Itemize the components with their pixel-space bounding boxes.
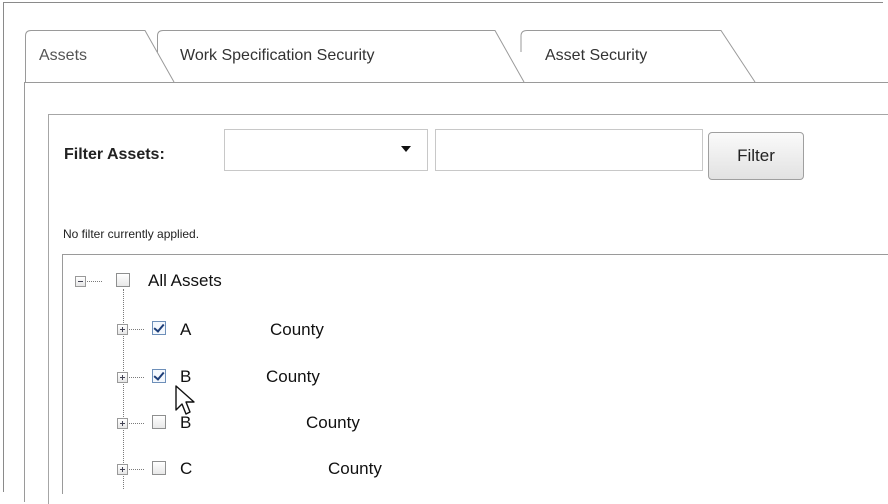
tab-as-label: Asset Security <box>545 47 648 64</box>
tab-assets[interactable]: Assets <box>25 30 175 83</box>
filter-button[interactable]: Filter <box>708 132 804 180</box>
filter-status-text: No filter currently applied. <box>63 227 200 241</box>
tree-connector <box>129 377 144 379</box>
tab-asset-security[interactable]: Asset Security <box>505 30 757 83</box>
chevron-down-icon[interactable] <box>401 146 411 152</box>
collapse-icon[interactable] <box>75 276 86 287</box>
filter-field-select[interactable] <box>224 129 428 171</box>
asset-name-label: County <box>306 413 360 432</box>
asset-checkbox-c[interactable] <box>152 461 166 475</box>
asset-name-label: County <box>270 320 324 339</box>
tree-connector <box>123 289 125 489</box>
tab-work-specification-security[interactable]: Work Specification Security <box>157 30 525 83</box>
mouse-pointer-icon <box>175 385 195 415</box>
tree-connector <box>129 329 144 331</box>
asset-checkbox-a[interactable] <box>152 321 166 335</box>
filter-text-input[interactable] <box>435 129 703 171</box>
tree-connector <box>129 469 144 471</box>
asset-name-label: County <box>266 367 320 386</box>
expand-icon[interactable] <box>117 324 128 335</box>
expand-icon[interactable] <box>117 418 128 429</box>
tree-connector <box>129 423 144 425</box>
tab-assets-label: Assets <box>39 47 88 64</box>
filter-assets-label: Filter Assets: <box>64 146 165 163</box>
expand-icon[interactable] <box>117 464 128 475</box>
asset-checkbox-b2[interactable] <box>152 415 166 429</box>
all-assets-checkbox[interactable] <box>116 273 130 287</box>
asset-code-label: A <box>180 320 192 339</box>
tab-wss-label: Work Specification Security <box>180 47 375 64</box>
asset-code-label: C <box>180 459 193 478</box>
expand-icon[interactable] <box>117 372 128 383</box>
asset-checkbox-b[interactable] <box>152 369 166 383</box>
asset-name-label: County <box>328 459 382 478</box>
all-assets-label: All Assets <box>148 271 222 290</box>
tree-connector <box>87 281 102 283</box>
